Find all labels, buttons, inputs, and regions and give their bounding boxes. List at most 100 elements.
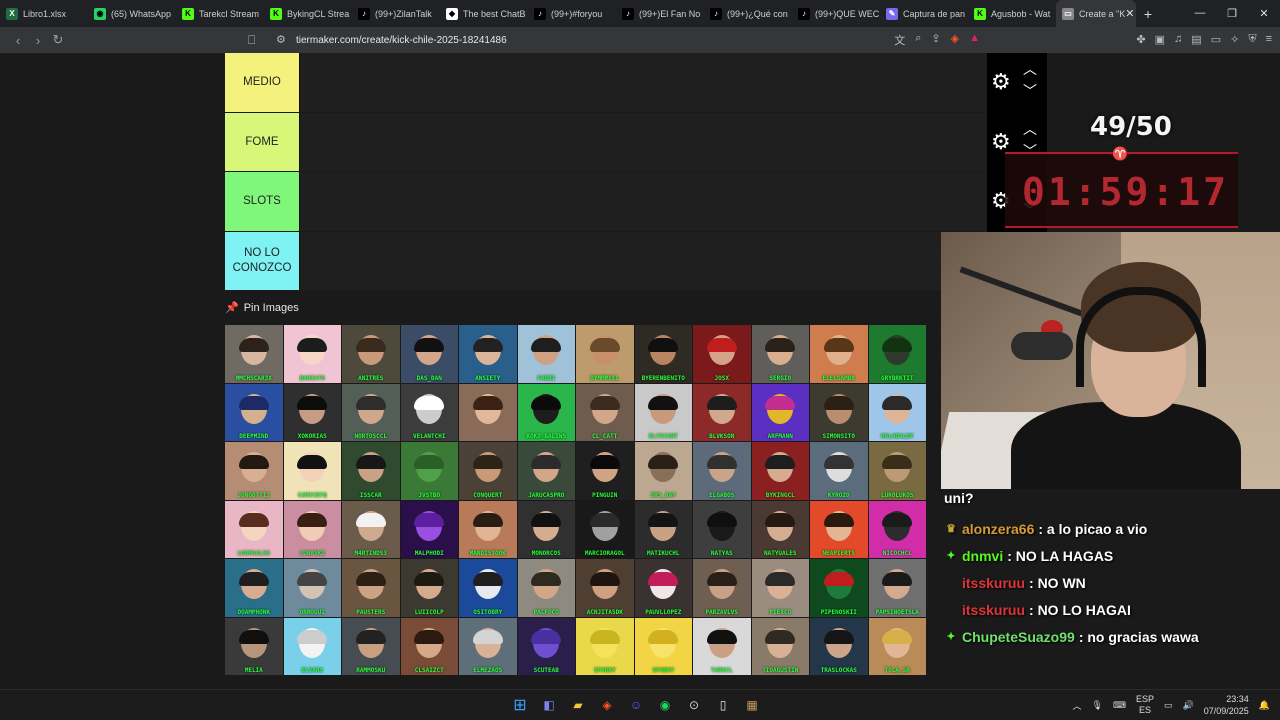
tier-image[interactable]: NEAPIERTS (810, 500, 868, 558)
close-tab-icon[interactable]: ✕ (1125, 7, 1134, 20)
tier-image[interactable]: ELYICANT (634, 383, 692, 441)
package-icon[interactable]: ▦ (742, 695, 762, 715)
tier-image[interactable]: TRASLOCKAS (810, 617, 868, 675)
tier-image[interactable]: ELELGAMBR (810, 325, 868, 383)
tier-label[interactable]: FOME (225, 112, 299, 171)
tier-image[interactable]: M4RTINDS3 (342, 500, 400, 558)
tier-image[interactable]: PAUSTERS (342, 559, 400, 617)
translate-icon[interactable]: 文 (894, 32, 905, 48)
tier-image[interactable]: LUKOLUKOS (868, 442, 926, 500)
tier-image[interactable]: OOAMPHONK (225, 559, 283, 617)
back-icon[interactable]: ‹ (8, 33, 28, 48)
tier-drop-zone[interactable] (299, 231, 987, 290)
volume-icon[interactable]: 🔊 (1183, 700, 1194, 711)
tier-image[interactable]: OSITOBRY (459, 559, 517, 617)
chevron-up-icon[interactable]: ︿ (1023, 119, 1037, 139)
leo-icon[interactable]: ✧ (1230, 33, 1239, 46)
tier-image[interactable]: CLSAIZCT (400, 617, 458, 675)
tier-image[interactable]: LUNASKZ (283, 500, 341, 558)
shield-icon[interactable]: ◈ (951, 32, 959, 48)
chat-username[interactable]: ChupeteSuazo99 (962, 629, 1075, 645)
browser-tab[interactable]: ◆ The best ChatB (440, 0, 528, 27)
tier-image[interactable]: ACNJITASDK (576, 559, 634, 617)
new-tab-button[interactable]: + (1136, 6, 1160, 22)
tier-image[interactable]: JONGOTTII (225, 442, 283, 500)
browser-tab[interactable]: ◉ (65) WhatsApp (88, 0, 176, 27)
gear-icon[interactable]: ⚙ (991, 129, 1011, 155)
tier-image[interactable]: PAPSINOETSLA (868, 559, 926, 617)
tier-image[interactable]: SIMONSITO (810, 383, 868, 441)
tier-image[interactable]: PINGUIN (576, 442, 634, 500)
tier-image[interactable]: RAMMOSKU (342, 617, 400, 675)
display-icon[interactable]: ▭ (1164, 700, 1173, 711)
tier-image[interactable]: JOSX (693, 325, 751, 383)
browser-tab[interactable]: ♪ (99+)ZilanTalk (352, 0, 440, 27)
tier-image[interactable]: SRS_RAY (634, 442, 692, 500)
tier-image[interactable]: ARFMANN (751, 383, 809, 441)
tier-image[interactable]: VELANTCHI (400, 383, 458, 441)
zoom-icon[interactable]: ⌕ (915, 32, 921, 48)
tier-image[interactable]: TARKCL (693, 617, 751, 675)
browser-tab[interactable]: ♪ (99+)¿Qué con (704, 0, 792, 27)
tier-image[interactable]: MALADALDY (868, 383, 926, 441)
tier-image[interactable]: ELMEZAOS (459, 617, 517, 675)
brave-icon[interactable]: ◈ (597, 695, 617, 715)
tier-image[interactable]: MATIKUCHL (634, 500, 692, 558)
tier-image[interactable]: PIPENOSKII (810, 559, 868, 617)
tier-image[interactable]: SPARKY (634, 617, 692, 675)
restore-icon[interactable]: ❐ (1216, 7, 1248, 20)
tier-image[interactable]: KOKO_BALIWS (517, 383, 575, 441)
tier-drop-zone[interactable] (299, 53, 987, 112)
tier-image[interactable]: NORTOSCCL (342, 383, 400, 441)
tier-image[interactable]: MANDISTOOK (459, 500, 517, 558)
browser-tab[interactable]: K Agusbob - Wat (968, 0, 1056, 27)
tier-image[interactable]: CL_CATT (576, 383, 634, 441)
tier-image[interactable]: LUIICOLP (400, 559, 458, 617)
tier-image[interactable]: ANITRES (342, 325, 400, 383)
tier-image[interactable]: CONQUERT (459, 442, 517, 500)
tier-image[interactable]: ISSCAR (342, 442, 400, 500)
tier-image[interactable]: MARCIORAGOL (576, 500, 634, 558)
browser-tab[interactable]: ♪ (99+)El Fan No (616, 0, 704, 27)
browser-tab[interactable]: ♪ (99+)#foryou (528, 0, 616, 27)
steam-icon[interactable]: ⊙ (684, 695, 704, 715)
tier-image[interactable]: MALPHODI (400, 500, 458, 558)
minimize-icon[interactable]: — (1184, 7, 1216, 20)
media-icon[interactable]: ♫ (1174, 33, 1182, 46)
rewards-icon[interactable]: ▲ (969, 32, 980, 48)
chat-username[interactable]: itsskuruu (962, 575, 1025, 591)
keyboard-icon[interactable]: ⌨ (1113, 700, 1126, 711)
tier-drop-zone[interactable] (299, 112, 987, 171)
chevron-up-icon[interactable]: ︿ (1073, 699, 1082, 712)
tier-image[interactable]: PIEXCO (751, 559, 809, 617)
close-window-icon[interactable]: ✕ (1248, 7, 1280, 20)
tier-image[interactable]: ANSIETY (459, 325, 517, 383)
tier-image[interactable]: DEEPMIND (225, 383, 283, 441)
tier-image[interactable]: NICOCHCL (868, 500, 926, 558)
screenshot-icon[interactable]: ▣ (1155, 33, 1165, 46)
tier-image[interactable]: NATYAS (693, 500, 751, 558)
clock[interactable]: 23:34 07/09/2025 (1204, 693, 1249, 717)
browser-tab[interactable]: ▭ Create a "K ✕ (1056, 0, 1136, 27)
chat-username[interactable]: alonzera66 (962, 521, 1034, 537)
tier-image[interactable]: BYMMMCEL (576, 325, 634, 383)
tier-image[interactable]: SCUTEAB (517, 617, 575, 675)
tier-image[interactable]: FABRI (517, 325, 575, 383)
tier-image[interactable]: MELIA (225, 617, 283, 675)
tier-image[interactable]: ORROGUI (283, 559, 341, 617)
tier-image[interactable]: ELGABOS (693, 442, 751, 500)
vpn-icon[interactable]: ⛨ (1248, 33, 1256, 46)
tier-label[interactable]: SLOTS (225, 172, 299, 231)
tier-image[interactable]: KYROZO (810, 442, 868, 500)
menu-icon[interactable]: ≡ (1266, 33, 1272, 46)
forward-icon[interactable]: › (28, 33, 48, 48)
microphone-icon[interactable]: 🎙 (1092, 700, 1103, 711)
tier-label[interactable]: NO LO CONOZCO (225, 231, 299, 290)
tier-image[interactable]: JVSTBO (400, 442, 458, 500)
tier-image[interactable]: PAUVLLOPEZ (634, 559, 692, 617)
tier-image[interactable]: XOKORIAS (283, 383, 341, 441)
language-indicator[interactable]: ESP ES (1136, 694, 1154, 716)
tier-image[interactable]: BAHIATO (283, 325, 341, 383)
tier-image[interactable]: TOLA_SR (868, 617, 926, 675)
chat-username[interactable]: itsskuruu (962, 602, 1025, 618)
